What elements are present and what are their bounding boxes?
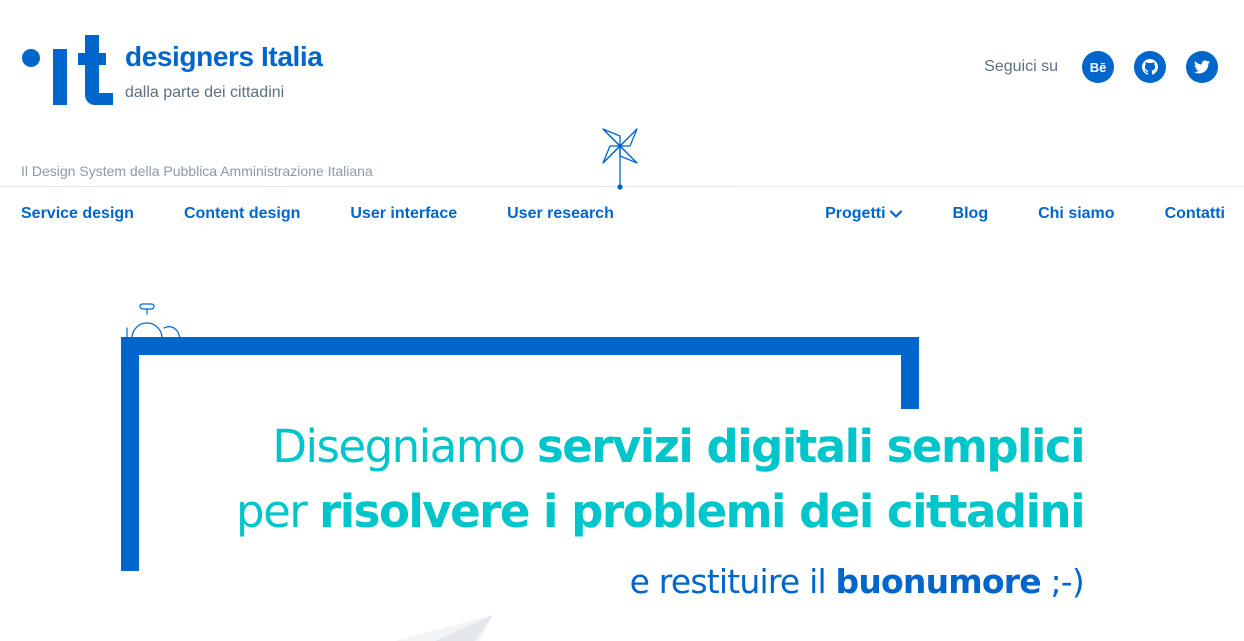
logo-dot [22,49,40,67]
nav-progetti[interactable]: Progetti [825,205,902,223]
nav-divider-right [737,186,1244,187]
site-subtitle: Il Design System della Pubblica Amminist… [21,163,373,179]
nav-blog[interactable]: Blog [953,205,989,223]
social-links: Seguici su Bē [984,51,1218,83]
hero-frame-top [121,337,919,355]
nav-service-design[interactable]: Service design [21,205,134,223]
twitter-icon[interactable] [1186,51,1218,83]
chevron-down-icon [889,210,902,218]
hero-subline: e restituire il buonumore ;-) [629,562,1085,601]
hero-headline-1: Disegniamo servizi digitali semplici [272,420,1086,473]
nav-content-design[interactable]: Content design [184,205,300,223]
hero-frame-left [121,337,139,571]
hero-frame-right [901,337,919,409]
logo-t-foot [85,93,113,105]
main-nav: Service design Content design User inter… [21,205,664,223]
brand-name: designers Italia [125,41,323,72]
twitter-glyph [1194,60,1210,74]
nav-user-research[interactable]: User research [507,205,614,223]
logo-t [85,35,99,97]
logo-t-bar [78,53,106,65]
logo-i [53,49,67,105]
social-label: Seguici su [984,58,1058,75]
service-bell-icon [126,303,181,339]
nav-user-interface[interactable]: User interface [350,205,457,223]
github-icon[interactable] [1134,51,1166,83]
nav-contatti[interactable]: Contatti [1165,205,1225,223]
pinwheel-icon [602,128,638,190]
nav-progetti-label: Progetti [825,205,886,222]
behance-glyph: Bē [1089,59,1107,75]
behance-icon[interactable]: Bē [1082,51,1114,83]
hero-headline-2: per risolvere i problemi dei cittadini [236,485,1085,538]
hero-3-end: ;-) [1040,562,1084,601]
brand-tagline: dalla parte dei cittadini [125,84,285,101]
hero-1-bold: servizi digitali semplici [536,420,1086,473]
hero-2-light: per [236,485,320,538]
hero-3-bold: buonumore [835,562,1042,601]
brand-logo[interactable]: designers Italia dalla parte dei cittadi… [22,33,362,107]
secondary-nav: Progetti Blog Chi siamo Contatti [825,205,1225,223]
hero-3-light: e restituire il [629,562,836,601]
paper-plane-icon [395,615,493,641]
hero-1-light: Disegniamo [272,420,537,473]
nav-chi-siamo[interactable]: Chi siamo [1038,205,1114,223]
hero-2-bold: risolvere i problemi dei cittadini [319,485,1085,538]
github-glyph [1142,59,1158,75]
